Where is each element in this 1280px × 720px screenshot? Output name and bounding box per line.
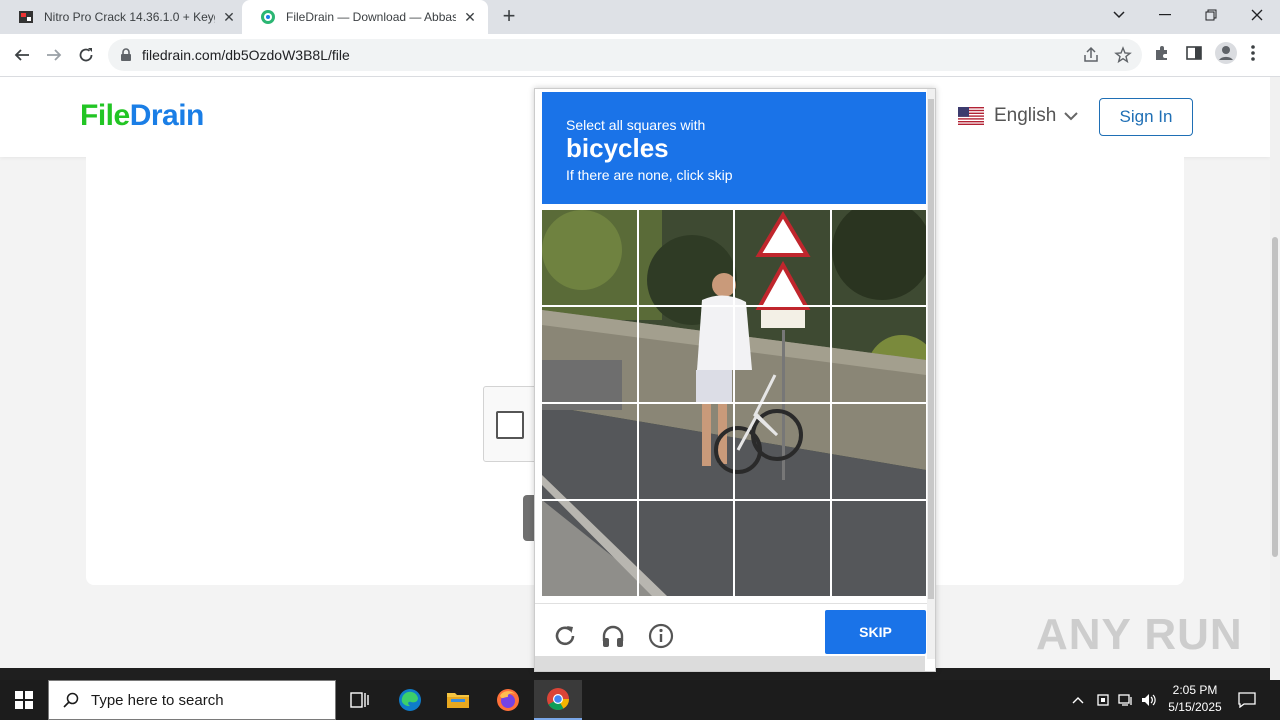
task-view-icon[interactable]: [336, 680, 384, 720]
audio-challenge-headphones-icon[interactable]: [599, 622, 627, 650]
tab-nitro[interactable]: Nitro Pro Crack 14.36.1.0 + Keyge ✕: [0, 0, 247, 34]
tab-favicon-icon: [19, 11, 33, 23]
image-grid: [542, 210, 926, 596]
address-bar[interactable]: filedrain.com/db5OzdoW3B8L/file: [108, 39, 1142, 71]
captcha-tile[interactable]: [735, 501, 830, 596]
instruction-line: Select all squares with: [566, 117, 706, 133]
target-object: bicycles: [566, 133, 669, 163]
taskbar-clock[interactable]: 2:05 PM 5/15/2025: [1160, 682, 1230, 716]
new-tab-button[interactable]: +: [496, 4, 522, 30]
firefox-icon[interactable]: [484, 680, 532, 720]
windows-start-icon[interactable]: [0, 680, 48, 720]
footer-divider: [535, 603, 935, 604]
tab-search-chevron-icon[interactable]: [1096, 0, 1142, 30]
info-icon[interactable]: [647, 622, 675, 650]
captcha-tile[interactable]: [638, 501, 733, 596]
tab-favicon-icon: [261, 10, 275, 24]
challenge-horizontal-scrollbar[interactable]: [535, 656, 925, 671]
share-icon[interactable]: [1082, 46, 1100, 64]
restore-icon[interactable]: [1188, 0, 1234, 30]
reload-challenge-icon[interactable]: [551, 622, 579, 650]
recaptcha-checkbox[interactable]: [496, 411, 524, 439]
captcha-tile[interactable]: [831, 501, 926, 596]
url-text: filedrain.com/db5OzdoW3B8L/file: [142, 47, 350, 63]
search-icon: [63, 692, 79, 708]
instruction-skip-line: If there are none, click skip: [566, 167, 733, 183]
captcha-tile[interactable]: [831, 210, 926, 305]
captcha-tile[interactable]: [542, 210, 637, 305]
taskbar-search-box[interactable]: Type here to search: [48, 680, 336, 720]
menu-kebab-icon[interactable]: [1250, 44, 1256, 62]
back-icon[interactable]: [9, 42, 35, 68]
chevron-down-icon: [1064, 111, 1079, 120]
profile-avatar-icon[interactable]: [1214, 41, 1238, 65]
captcha-tile[interactable]: [831, 404, 926, 499]
captcha-tile[interactable]: [638, 404, 733, 499]
network-icon[interactable]: [1117, 690, 1135, 710]
windows-taskbar: Type here to search 2:05 PM 5/15/2025: [0, 680, 1280, 720]
captcha-tile[interactable]: [638, 210, 733, 305]
captcha-tile[interactable]: [638, 307, 733, 402]
lock-icon: [121, 48, 131, 61]
close-tab-icon[interactable]: ✕: [462, 9, 478, 25]
captcha-tile[interactable]: [542, 501, 637, 596]
tab-title: Nitro Pro Crack 14.36.1.0 + Keyge: [44, 10, 215, 24]
page-scrollbar[interactable]: [1270, 77, 1280, 668]
captcha-tile[interactable]: [735, 404, 830, 499]
reload-icon[interactable]: [73, 42, 99, 68]
captcha-tile[interactable]: [831, 307, 926, 402]
sign-in-button[interactable]: Sign In: [1099, 98, 1193, 136]
forward-icon[interactable]: [41, 42, 67, 68]
challenge-header: Select all squares with bicycles If ther…: [542, 92, 926, 204]
scrollbar-thumb[interactable]: [1272, 237, 1278, 557]
extensions-icon[interactable]: [1153, 44, 1171, 62]
notification-icon[interactable]: [1236, 690, 1258, 710]
language-label: English: [994, 105, 1057, 126]
clock-date: 5/15/2025: [1168, 700, 1222, 714]
skip-button[interactable]: SKIP: [825, 610, 926, 654]
search-placeholder: Type here to search: [91, 691, 224, 709]
minimize-icon[interactable]: [1142, 0, 1188, 30]
volume-icon[interactable]: [1140, 690, 1158, 710]
language-selector[interactable]: English: [958, 105, 1079, 127]
chrome-icon[interactable]: [534, 680, 582, 720]
site-logo[interactable]: FileDrain: [80, 99, 204, 133]
side-panel-icon[interactable]: [1185, 44, 1203, 62]
captcha-tile[interactable]: [735, 307, 830, 402]
close-window-icon[interactable]: [1234, 0, 1280, 30]
tab-title: FileDrain — Download — Abbasi: [286, 10, 456, 24]
edge-browser-icon[interactable]: [386, 680, 434, 720]
captcha-tile[interactable]: [735, 210, 830, 305]
file-explorer-icon[interactable]: [434, 680, 482, 720]
tray-chevron-up-icon[interactable]: [1070, 690, 1086, 710]
challenge-scrollbar-thumb[interactable]: [928, 99, 934, 599]
bookmark-star-icon[interactable]: [1114, 46, 1132, 64]
recaptcha-checkbox-widget: [483, 386, 537, 462]
device-tray-icon[interactable]: [1094, 690, 1112, 710]
captcha-tile[interactable]: [542, 404, 637, 499]
clock-time: 2:05 PM: [1172, 683, 1218, 697]
recaptcha-challenge: Select all squares with bicycles If ther…: [534, 88, 936, 672]
captcha-tile[interactable]: [542, 307, 637, 402]
browser-tab-strip: Nitro Pro Crack 14.36.1.0 + Keyge ✕ File…: [0, 0, 1280, 34]
us-flag-icon: [958, 107, 984, 125]
browser-toolbar: filedrain.com/db5OzdoW3B8L/file: [0, 34, 1280, 77]
anyrun-watermark: ANY RUN: [1036, 610, 1243, 659]
challenge-scrollbar[interactable]: [927, 89, 935, 659]
tab-filedrain[interactable]: FileDrain — Download — Abbasi ✕: [242, 0, 488, 34]
close-tab-icon[interactable]: ✕: [221, 9, 237, 25]
